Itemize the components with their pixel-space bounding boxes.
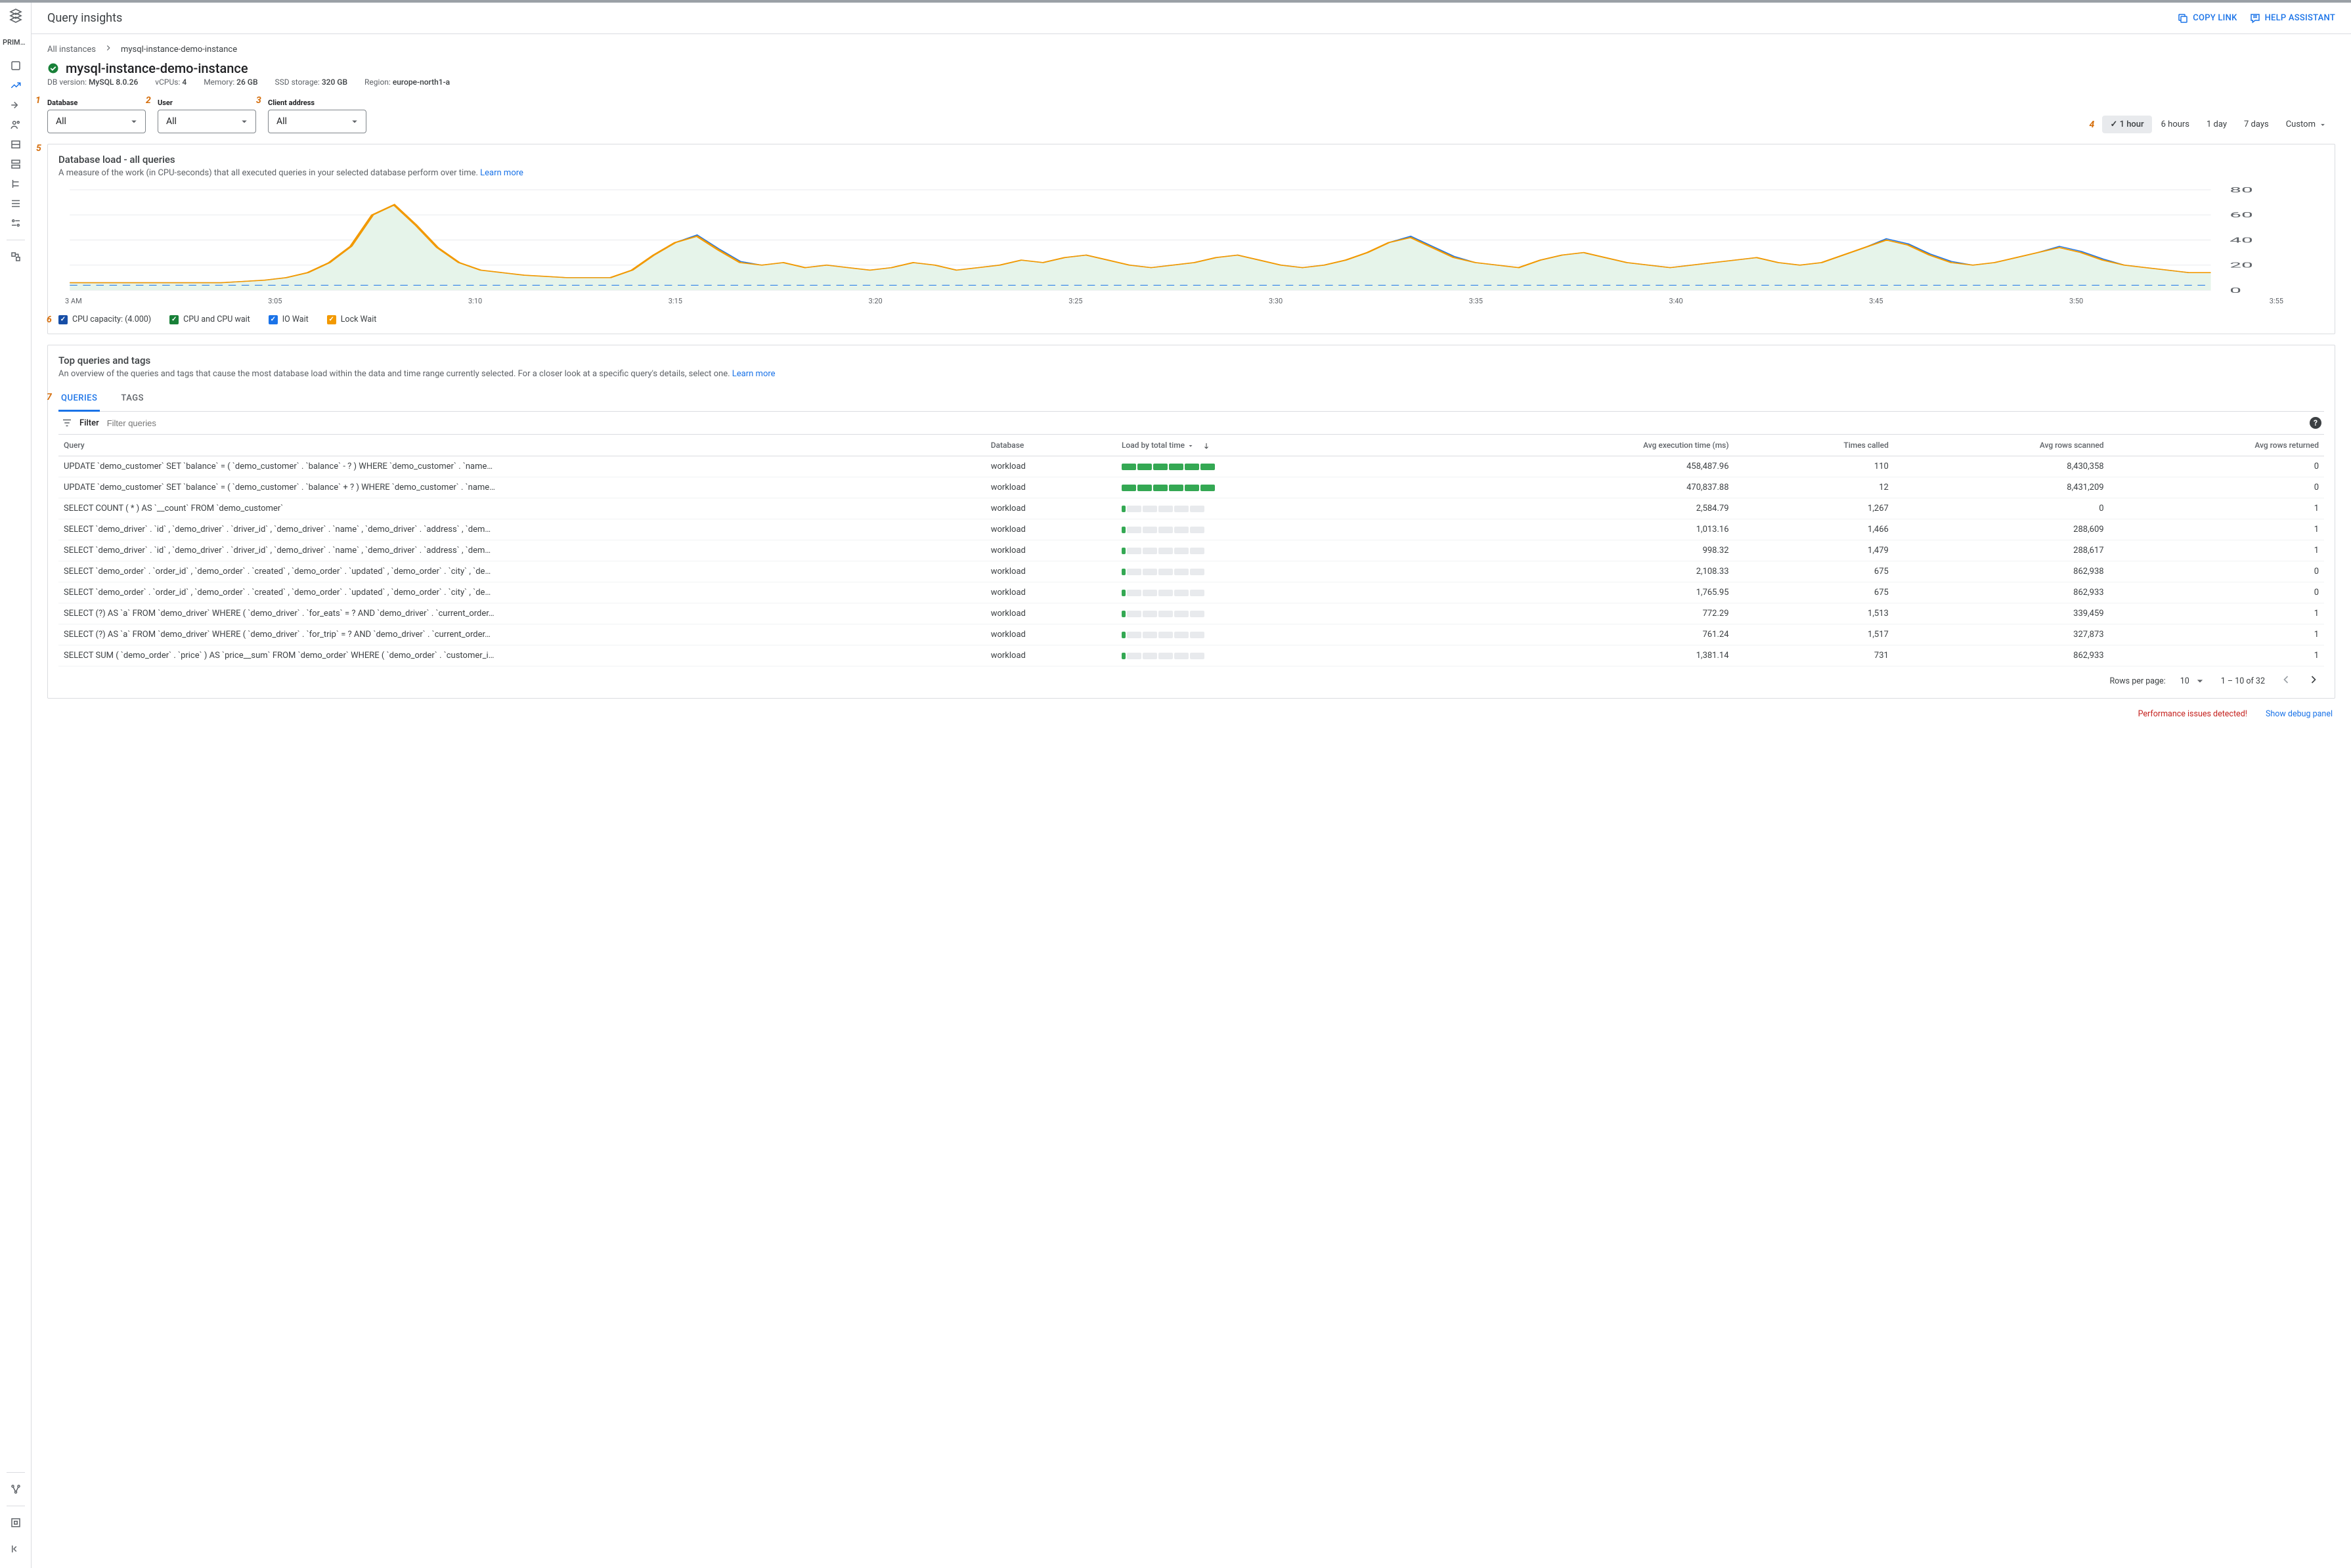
chevron-down-icon [1187,442,1195,450]
left-rail: PRIMARY [0,3,32,1568]
prev-page-button[interactable] [2279,673,2293,689]
svg-text:40: 40 [2230,236,2253,244]
help-icon[interactable]: ? [2310,417,2321,429]
svg-text:20: 20 [2230,261,2253,270]
load-section-title: Database load - all queries [58,154,2324,165]
table-row[interactable]: UPDATE `demo_customer` SET `balance` = (… [58,456,2324,477]
top-queries-card: Top queries and tags An overview of the … [47,345,2335,699]
table-row[interactable]: SELECT SUM ( `demo_order` . `price` ) AS… [58,645,2324,666]
queries-table: Query Database Load by total time Avg ex… [58,435,2324,666]
range-7-days[interactable]: 7 days [2236,116,2277,133]
status-running-icon [47,62,59,74]
chevron-down-icon [2193,674,2207,687]
annotation-3: 3 [256,95,261,106]
filter-user-label: User [158,98,256,107]
chevron-down-icon [238,116,250,127]
marketplace-icon[interactable] [0,1513,32,1533]
chevron-right-icon [104,43,113,55]
debug-panel-link[interactable]: Show debug panel [2266,709,2333,719]
col-load[interactable]: Load by total time [1116,435,1457,456]
col-times[interactable]: Times called [1734,435,1894,456]
annotation-7: 7 [47,392,52,403]
next-page-button[interactable] [2307,673,2320,689]
filter-user-select[interactable]: All [158,110,256,133]
annotation-6: 6 [47,315,52,325]
load-chart: 0 20 40 60 80 [58,186,2324,294]
range-1-day[interactable]: 1 day [2199,116,2235,133]
nav-item-users[interactable] [0,115,32,135]
range-1-hour[interactable]: 1 hour [2102,116,2151,133]
nav-item-overview[interactable] [0,56,32,76]
filter-client-label: Client address [268,98,366,107]
table-row[interactable]: SELECT `demo_driver` . `id` , `demo_driv… [58,519,2324,540]
page-range: 1 – 10 of 32 [2221,676,2265,686]
page-title: Query insights [47,11,122,25]
chevron-down-icon [349,116,361,127]
range-custom[interactable]: Custom [2278,116,2335,133]
time-range-picker: 4 1 hour6 hours1 day7 daysCustom [2102,116,2335,133]
table-row[interactable]: SELECT `demo_order` . `order_id` , `demo… [58,561,2324,582]
nav-item-databases[interactable] [0,135,32,154]
annotation-1: 1 [35,95,41,106]
legend-io[interactable]: ✓IO Wait [269,315,309,324]
nav-item-operations[interactable] [0,194,32,213]
collapse-rail-icon[interactable] [0,1539,32,1559]
instance-meta: DB version: MySQL 8.0.26 vCPUs: 4 Memory… [47,77,2335,87]
filter-database-select[interactable]: All [47,110,146,133]
col-scanned[interactable]: Avg rows scanned [1894,435,2109,456]
database-load-card: 5 Database load - all queries A measure … [47,144,2335,334]
app-bar: Query insights COPY LINK HELP ASSISTANT [32,3,2351,34]
table-row[interactable]: SELECT (?) AS `a` FROM `demo_driver` WHE… [58,624,2324,645]
table-row[interactable]: SELECT `demo_driver` . `id` , `demo_driv… [58,540,2324,561]
top-section-title: Top queries and tags [58,355,2324,366]
table-row[interactable]: UPDATE `demo_customer` SET `balance` = (… [58,477,2324,498]
annotation-2: 2 [146,95,151,106]
rows-per-page-select[interactable]: 10 [2180,674,2207,687]
filter-database-label: Database [47,98,146,107]
tab-tags[interactable]: TAGS [118,387,146,411]
learn-more-link[interactable]: Learn more [732,369,776,379]
filter-label: Filter [79,418,99,428]
nav-item-insights[interactable] [0,76,32,95]
filter-input[interactable] [106,418,2303,429]
instance-title: mysql-instance-demo-instance [66,60,248,76]
product-logo[interactable] [8,8,24,26]
breadcrumb: All instances mysql-instance-demo-instan… [47,43,2335,55]
chevron-down-icon [128,116,140,127]
pagination: Rows per page: 10 1 – 10 of 32 [58,666,2324,695]
breadcrumb-current: mysql-instance-demo-instance [121,45,237,54]
svg-text:80: 80 [2230,186,2253,194]
learn-more-link[interactable]: Learn more [480,168,523,178]
nav-item-configuration[interactable] [0,213,32,233]
status-warning: Performance issues detected! [2138,709,2247,719]
filter-client-select[interactable]: All [268,110,366,133]
copy-link-button[interactable]: COPY LINK [2177,12,2237,24]
arrow-down-icon [1202,442,1210,450]
col-query[interactable]: Query [58,435,986,456]
col-exec[interactable]: Avg execution time (ms) [1457,435,1734,456]
tab-queries[interactable]: QUERIES [58,387,100,412]
annotation-4: 4 [2089,120,2094,130]
breadcrumb-root[interactable]: All instances [47,45,96,54]
nav-item-backups[interactable] [0,154,32,174]
nav-item-replicas[interactable] [0,174,32,194]
nav-item-connections[interactable] [0,95,32,115]
product-label: PRIMARY [0,38,31,47]
range-6-hours[interactable]: 6 hours [2153,116,2197,133]
filter-icon [61,417,73,429]
table-row[interactable]: SELECT (?) AS `a` FROM `demo_driver` WHE… [58,603,2324,624]
annotation-5: 5 [36,143,41,154]
svg-text:0: 0 [2230,286,2241,294]
legend-cpu[interactable]: ✓CPU and CPU wait [169,315,250,324]
legend-lock[interactable]: ✓Lock Wait [327,315,377,324]
help-assistant-button[interactable]: HELP ASSISTANT [2249,12,2335,24]
svg-text:60: 60 [2230,211,2253,219]
col-database[interactable]: Database [986,435,1116,456]
table-row[interactable]: SELECT COUNT ( * ) AS `__count` FROM `de… [58,498,2324,519]
nav-item-migration[interactable] [0,247,32,267]
table-row[interactable]: SELECT `demo_order` . `order_id` , `demo… [58,582,2324,603]
legend-capacity[interactable]: ✓CPU capacity: (4.000) [58,315,151,324]
nav-item-distributed[interactable] [0,1479,32,1499]
col-returned[interactable]: Avg rows returned [2109,435,2324,456]
